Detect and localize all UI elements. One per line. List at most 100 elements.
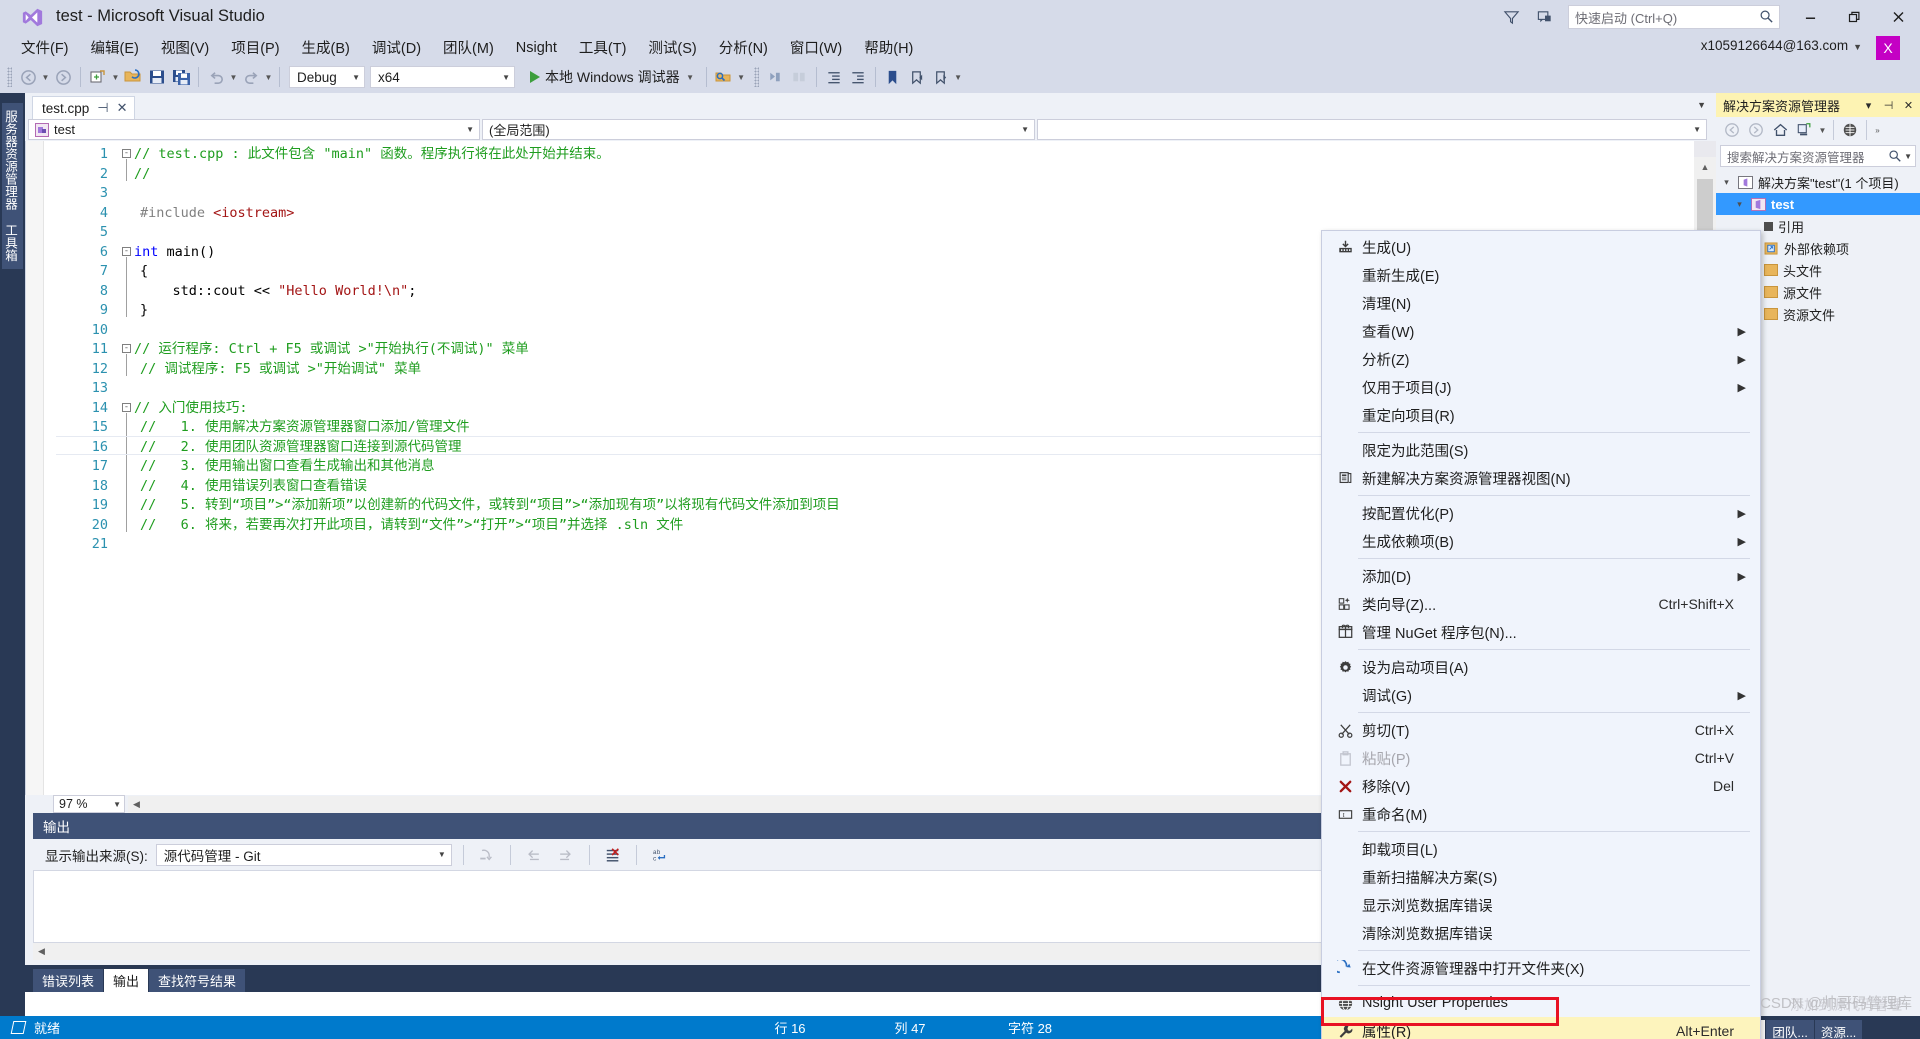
step-into-icon[interactable] bbox=[763, 65, 787, 89]
context-menu-item-3[interactable]: 查看(W) ▶ bbox=[1322, 317, 1760, 345]
chevron-down-icon[interactable]: ▼ bbox=[1904, 152, 1912, 161]
project-context-menu[interactable]: 生成(U) 重新生成(E) 清理(N) 查看(W) ▶ 分析(Z) ▶ 仅用于项目(J) ▶ 重定… bbox=[1321, 230, 1761, 1039]
step-over-icon[interactable] bbox=[787, 65, 811, 89]
close-icon[interactable]: ✕ bbox=[1901, 99, 1916, 112]
close-button[interactable] bbox=[1876, 2, 1920, 32]
dock-tab-2[interactable]: 资源... bbox=[1814, 1020, 1863, 1039]
context-menu-item-4[interactable]: 分析(Z) ▶ bbox=[1322, 345, 1760, 373]
chevron-down-icon[interactable]: ▼ bbox=[685, 73, 696, 82]
indent-decrease-icon[interactable] bbox=[822, 65, 846, 89]
menu-item-5[interactable]: 调试(D) bbox=[361, 34, 432, 61]
menu-item-11[interactable]: 窗口(W) bbox=[779, 34, 853, 61]
tree-item-1[interactable]: ▾ test bbox=[1716, 193, 1920, 215]
previous-message-icon[interactable] bbox=[522, 844, 546, 866]
next-bookmark-icon[interactable] bbox=[929, 65, 953, 89]
menu-item-7[interactable]: Nsight bbox=[505, 37, 568, 59]
save-icon[interactable] bbox=[145, 65, 169, 89]
bottom-tab-0[interactable]: 错误列表 bbox=[33, 969, 104, 992]
tree-expander-icon[interactable]: ▾ bbox=[1733, 199, 1746, 210]
sidebar-tab-server-explorer[interactable]: 服务器资源管理器 bbox=[2, 103, 23, 217]
context-menu-item-6[interactable]: 重定向项目(R) bbox=[1322, 401, 1760, 429]
solution-platform-dropdown[interactable]: x64 ▼ bbox=[370, 66, 515, 88]
bottom-tab-2[interactable]: 查找符号结果 bbox=[149, 969, 246, 992]
pin-icon[interactable]: ⊣ bbox=[1881, 99, 1896, 112]
feedback-icon[interactable] bbox=[1494, 2, 1528, 32]
menu-item-12[interactable]: 帮助(H) bbox=[853, 34, 924, 61]
context-menu-item-25[interactable]: Nsight User Properties bbox=[1322, 989, 1760, 1017]
fold-toggle-icon[interactable]: - bbox=[122, 402, 131, 412]
restore-button[interactable] bbox=[1832, 2, 1876, 32]
redo-dropdown-icon[interactable]: ▼ bbox=[263, 73, 274, 82]
editor-split-handle[interactable] bbox=[1694, 141, 1716, 157]
navbar-scope-dropdown[interactable]: test ▼ bbox=[28, 119, 480, 140]
indent-increase-icon[interactable] bbox=[846, 65, 870, 89]
word-wrap-icon[interactable]: ab c bbox=[648, 844, 672, 866]
chevron-down-icon[interactable]: ▼ bbox=[1817, 126, 1828, 135]
menu-item-4[interactable]: 生成(B) bbox=[291, 34, 361, 61]
previous-bookmark-icon[interactable] bbox=[905, 65, 929, 89]
new-view-icon[interactable] bbox=[1793, 119, 1815, 141]
notification-icon[interactable] bbox=[1528, 2, 1562, 32]
chevron-down-icon[interactable]: ▾ bbox=[1861, 99, 1876, 112]
menu-item-0[interactable]: 文件(F) bbox=[10, 34, 80, 61]
context-menu-item-9[interactable]: 按配置优化(P) ▶ bbox=[1322, 499, 1760, 527]
menu-item-8[interactable]: 工具(T) bbox=[568, 34, 638, 61]
zoom-level-dropdown[interactable]: 97 % ▼ bbox=[53, 795, 125, 813]
context-menu-item-16[interactable]: 剪切(T) Ctrl+X bbox=[1322, 716, 1760, 744]
redo-icon[interactable] bbox=[239, 65, 263, 89]
clear-output-icon[interactable] bbox=[601, 844, 625, 866]
back-icon[interactable] bbox=[1721, 119, 1743, 141]
go-to-message-icon[interactable] bbox=[475, 844, 499, 866]
context-menu-item-20[interactable]: 卸载项目(L) bbox=[1322, 835, 1760, 863]
context-menu-item-7[interactable]: 限定为此范围(S) bbox=[1322, 436, 1760, 464]
menu-item-9[interactable]: 测试(S) bbox=[637, 34, 707, 61]
scroll-up-icon[interactable]: ▲ bbox=[1694, 157, 1716, 177]
context-menu-item-21[interactable]: 重新扫描解决方案(S) bbox=[1322, 863, 1760, 891]
new-project-dropdown-icon[interactable]: ▼ bbox=[110, 73, 121, 82]
next-message-icon[interactable] bbox=[554, 844, 578, 866]
context-menu-item-26[interactable]: 属性(R) Alt+Enter bbox=[1322, 1017, 1760, 1039]
navigate-backward-icon[interactable] bbox=[16, 65, 40, 89]
scrollbar-thumb[interactable] bbox=[1697, 179, 1713, 234]
new-project-icon[interactable] bbox=[86, 65, 110, 89]
fold-toggle-icon[interactable]: - bbox=[122, 344, 131, 353]
context-menu-item-18[interactable]: 移除(V) Del bbox=[1322, 772, 1760, 800]
scroll-left-icon[interactable]: ◀ bbox=[33, 943, 50, 960]
context-menu-item-5[interactable]: 仅用于项目(J) ▶ bbox=[1322, 373, 1760, 401]
context-menu-item-15[interactable]: 调试(G) ▶ bbox=[1322, 681, 1760, 709]
quick-launch-input[interactable]: 快速启动 (Ctrl+Q) bbox=[1568, 5, 1780, 29]
solution-configuration-dropdown[interactable]: Debug ▼ bbox=[289, 66, 365, 88]
context-menu-item-14[interactable]: 设为启动项目(A) bbox=[1322, 653, 1760, 681]
sidebar-tab-toolbox[interactable]: 工具箱 bbox=[2, 217, 23, 269]
navbar-member-dropdown[interactable]: (全局范围) ▼ bbox=[482, 119, 1035, 140]
context-menu-item-0[interactable]: 生成(U) bbox=[1322, 233, 1760, 261]
navbar-extra-dropdown[interactable]: ▼ bbox=[1037, 119, 1707, 140]
menu-item-10[interactable]: 分析(N) bbox=[708, 34, 779, 61]
undo-dropdown-icon[interactable]: ▼ bbox=[228, 73, 239, 82]
document-tab-test-cpp[interactable]: test.cpp ⊣ ✕ bbox=[32, 96, 135, 119]
undo-icon[interactable] bbox=[204, 65, 228, 89]
home-icon[interactable] bbox=[1769, 119, 1791, 141]
context-menu-item-13[interactable]: 管理 NuGet 程序包(N)... bbox=[1322, 618, 1760, 646]
open-file-icon[interactable] bbox=[121, 65, 145, 89]
toolbar-grip-2[interactable] bbox=[753, 67, 759, 87]
fold-toggle-icon[interactable]: - bbox=[122, 246, 131, 256]
navigate-forward-icon[interactable] bbox=[51, 65, 75, 89]
context-menu-item-2[interactable]: 清理(N) bbox=[1322, 289, 1760, 317]
properties-icon[interactable] bbox=[1839, 119, 1861, 141]
context-menu-item-11[interactable]: 添加(D) ▶ bbox=[1322, 562, 1760, 590]
context-menu-item-12[interactable]: 类向导(Z)... Ctrl+Shift+X bbox=[1322, 590, 1760, 618]
avatar[interactable]: X bbox=[1876, 36, 1900, 60]
toolbar-grip[interactable] bbox=[7, 67, 12, 87]
forward-icon[interactable] bbox=[1745, 119, 1767, 141]
scroll-left-icon[interactable]: ◀ bbox=[128, 796, 145, 813]
context-menu-item-8[interactable]: 新建解决方案资源管理器视图(N) bbox=[1322, 464, 1760, 492]
menu-item-3[interactable]: 项目(P) bbox=[220, 34, 290, 61]
document-tab-overflow-icon[interactable]: ▼ bbox=[1697, 100, 1706, 110]
context-menu-item-23[interactable]: 清除浏览数据库错误 bbox=[1322, 919, 1760, 947]
menu-item-6[interactable]: 团队(M) bbox=[432, 34, 505, 61]
context-menu-item-24[interactable]: 在文件资源管理器中打开文件夹(X) bbox=[1322, 954, 1760, 982]
glyph-margin[interactable] bbox=[26, 141, 44, 795]
solution-explorer-search-input[interactable]: 搜索解决方案资源管理器 ▼ bbox=[1720, 145, 1916, 167]
attach-to-process-icon[interactable] bbox=[712, 65, 736, 89]
